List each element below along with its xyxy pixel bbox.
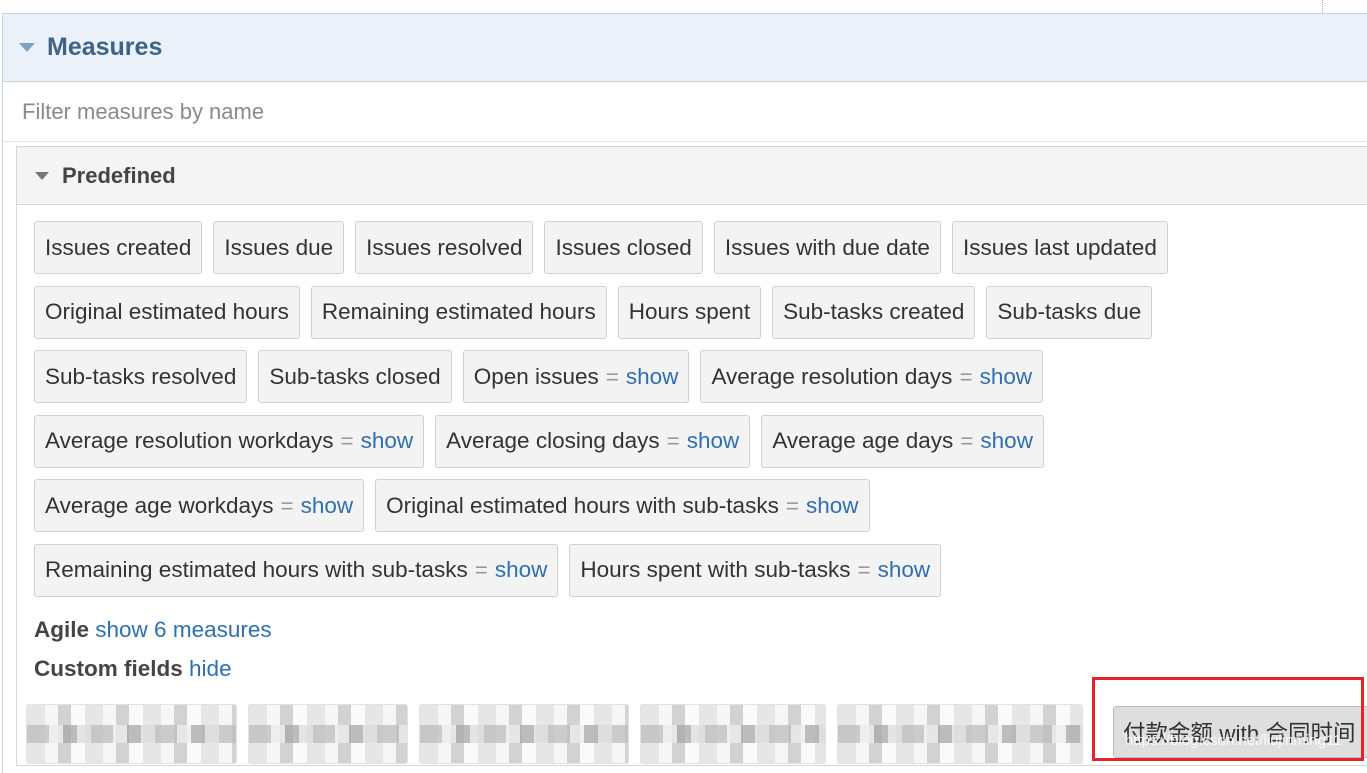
measure-chip-label: Sub-tasks due xyxy=(997,299,1142,324)
equals-sign: = xyxy=(474,557,488,582)
equals-sign: = xyxy=(605,363,619,389)
measure-chip-label: Average resolution days xyxy=(711,363,953,389)
measure-chip-label: Issues resolved xyxy=(366,234,523,260)
measure-chip-label: Issues last updated xyxy=(962,234,1157,260)
custom-field-chips xyxy=(26,704,1094,764)
measure-chip-label: Sub-tasks resolved xyxy=(45,363,237,389)
predefined-header[interactable]: Predefined xyxy=(17,147,1367,205)
custom-fields-hide-link[interactable]: hide xyxy=(189,656,232,681)
measure-chip[interactable]: Remaining estimated hours with sub-tasks… xyxy=(34,543,559,597)
show-link[interactable]: show xyxy=(878,557,931,583)
measure-chip[interactable]: Issues due xyxy=(213,221,345,274)
measure-chip[interactable]: Original estimated hours xyxy=(34,285,300,339)
measure-row: Sub-tasks resolved Sub-tasks closed Open i… xyxy=(34,350,1179,403)
collapse-triangle-icon[interactable] xyxy=(35,171,49,180)
measures-header[interactable]: Measures xyxy=(3,14,1367,82)
equals-sign: = xyxy=(666,428,680,453)
show-link[interactable]: show xyxy=(980,364,1033,390)
measure-chip-label: Sub-tasks closed xyxy=(269,363,441,389)
measure-chip-label: Remaining estimated hours with sub-tasks xyxy=(45,557,468,582)
show-link[interactable]: show xyxy=(980,428,1033,454)
show-link[interactable]: show xyxy=(495,557,548,583)
custom-field-chip-redacted[interactable] xyxy=(419,704,629,764)
measure-chip[interactable]: Sub-tasks due xyxy=(986,285,1153,339)
measure-chip-label: Average age workdays xyxy=(45,492,274,518)
measure-chip[interactable]: Sub-tasks resolved xyxy=(34,350,248,403)
agile-group: Agile show 6 measures xyxy=(34,617,272,643)
measure-chip[interactable]: Issues closed xyxy=(544,221,703,274)
predefined-title: Predefined xyxy=(62,162,176,188)
measure-chip[interactable]: Hours spent xyxy=(617,285,762,339)
measure-chip[interactable]: Issues resolved xyxy=(355,221,534,274)
equals-sign: = xyxy=(960,428,974,453)
measure-chip[interactable]: Open issues = show xyxy=(462,350,690,403)
measure-chip[interactable]: Average age workdays = show xyxy=(34,479,365,532)
measure-chip-label: Issues closed xyxy=(555,234,692,260)
measure-chip-label: Issues created xyxy=(45,234,192,260)
measure-chip-label: Issues with due date xyxy=(724,234,930,260)
measure-chip-label: Open issues xyxy=(473,363,599,389)
custom-field-chip-redacted[interactable] xyxy=(248,704,408,764)
agile-show-link[interactable]: show 6 measures xyxy=(95,617,271,642)
measure-row: Average age workdays = show Original estima… xyxy=(34,479,1179,532)
measure-chip[interactable]: Remaining estimated hours xyxy=(310,285,607,339)
custom-fields-label: Custom fields xyxy=(34,656,183,681)
custom-field-chip-redacted[interactable] xyxy=(640,704,826,764)
measures-title: Measures xyxy=(47,33,163,61)
show-link[interactable]: show xyxy=(301,493,354,519)
measure-chip[interactable]: Issues last updated xyxy=(951,221,1168,274)
measure-chip[interactable]: Average closing days = show xyxy=(435,414,751,468)
filter-measures-input[interactable] xyxy=(20,97,624,126)
measure-chip[interactable]: Original estimated hours with sub-tasks =… xyxy=(375,479,870,532)
predefined-section: Predefined Issues created Issues due Issue… xyxy=(16,146,1367,766)
measure-row: Original estimated hours Remaining estima… xyxy=(34,285,1179,339)
measure-chip[interactable]: Issues created xyxy=(34,221,203,274)
measure-chip[interactable]: Average age days = show xyxy=(761,414,1044,468)
measure-chip[interactable]: Issues with due date xyxy=(713,221,941,274)
equals-sign: = xyxy=(959,363,973,389)
measure-row: Remaining estimated hours with sub-tasks… xyxy=(34,543,1179,597)
measure-chips: Issues created Issues due Issues resolved I… xyxy=(34,221,1179,608)
show-link[interactable]: show xyxy=(361,428,414,454)
equals-sign: = xyxy=(340,428,354,453)
equals-sign: = xyxy=(857,557,871,582)
measure-chip-label: Average resolution workdays xyxy=(45,428,334,453)
equals-sign: = xyxy=(280,492,294,518)
measure-chip-label: Original estimated hours with sub-tasks xyxy=(386,492,779,518)
measure-chip[interactable]: Average resolution workdays = show xyxy=(34,414,425,468)
show-link[interactable]: show xyxy=(687,428,740,454)
measure-chip-label: Average closing days xyxy=(446,428,660,453)
measure-row: Average resolution workdays = show Average … xyxy=(34,414,1179,468)
show-link[interactable]: show xyxy=(806,493,859,519)
measure-chip[interactable]: Average resolution days = show xyxy=(700,350,1044,403)
measure-chip-label: Issues due xyxy=(224,234,334,260)
custom-field-chip-redacted[interactable] xyxy=(26,704,237,764)
measure-row: Issues created Issues due Issues resolved I… xyxy=(34,221,1179,274)
show-link[interactable]: show xyxy=(626,364,679,390)
collapse-triangle-icon[interactable] xyxy=(19,43,35,52)
measure-chip-label: Hours spent xyxy=(628,299,751,324)
custom-field-chip-highlighted[interactable]: 付款金额 with 合同时间 xyxy=(1113,706,1367,758)
measure-chip-label: Original estimated hours xyxy=(45,299,289,324)
measure-chip-label: Sub-tasks created xyxy=(783,299,965,324)
measure-chip[interactable]: Hours spent with sub-tasks = show xyxy=(569,543,942,597)
filter-row xyxy=(3,82,1367,142)
measure-chip-label: Remaining estimated hours xyxy=(321,299,596,324)
measure-chip-label: Hours spent with sub-tasks xyxy=(580,557,851,582)
equals-sign: = xyxy=(785,492,799,518)
custom-field-chip-redacted[interactable] xyxy=(837,704,1083,764)
measure-chip-label: Average age days xyxy=(772,428,954,453)
measure-chip[interactable]: Sub-tasks closed xyxy=(258,350,452,403)
divider-line xyxy=(1322,0,1323,13)
measure-chip[interactable]: Sub-tasks created xyxy=(772,285,976,339)
custom-fields-group: Custom fields hide xyxy=(34,656,232,682)
top-strip xyxy=(0,0,1367,13)
agile-label: Agile xyxy=(34,617,90,642)
